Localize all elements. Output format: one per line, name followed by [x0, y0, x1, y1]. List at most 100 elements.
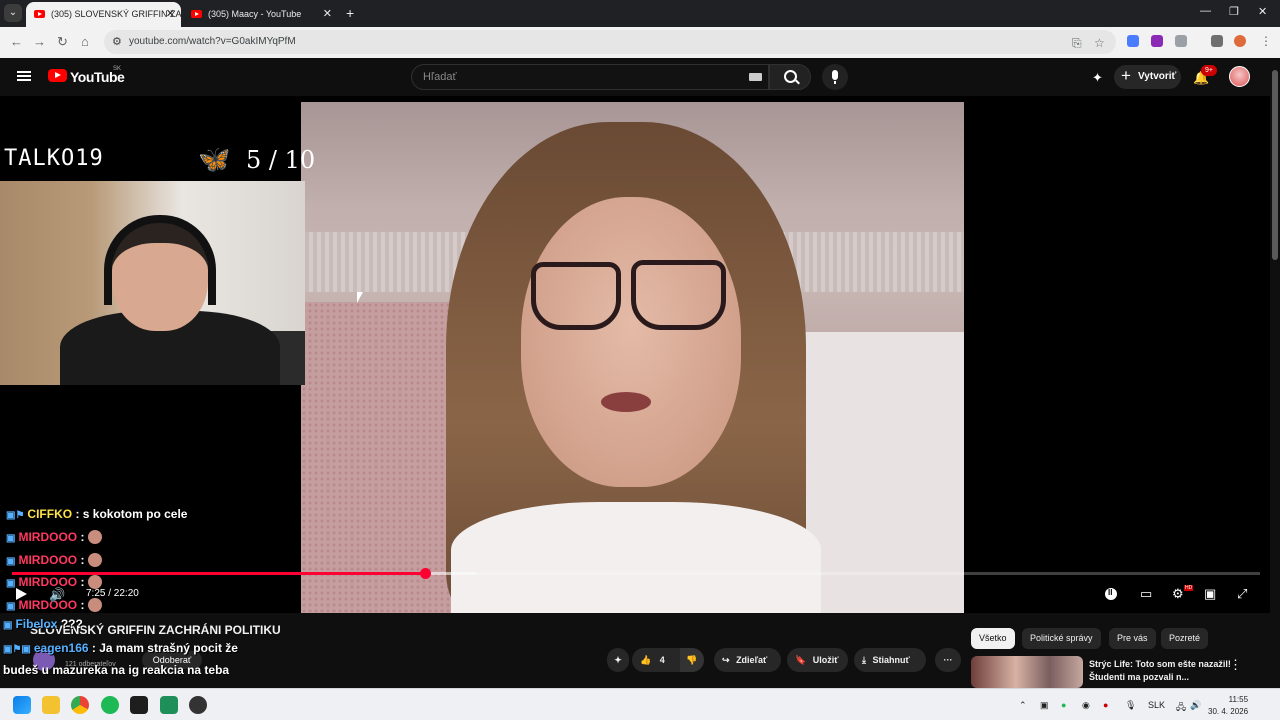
theater-mode-icon[interactable]: ▣ — [1204, 586, 1216, 602]
autoplay-toggle[interactable] — [1105, 588, 1117, 600]
tray-mic-icon[interactable]: 🎙 — [1125, 700, 1136, 711]
file-explorer-icon[interactable] — [42, 696, 60, 714]
page-scrollbar[interactable] — [1270, 58, 1280, 688]
address-bar[interactable]: ⚙ youtube.com/watch?v=G0akIMYqPfM ⎘ ☆ — [104, 30, 1116, 54]
app-icon[interactable] — [160, 696, 178, 714]
close-window-button[interactable]: ✕ — [1258, 5, 1267, 18]
ask-ai-button[interactable]: ✦ — [607, 648, 629, 672]
profile-icon[interactable] — [1234, 35, 1246, 47]
app-icon[interactable] — [189, 696, 207, 714]
reading-list-icon[interactable] — [1211, 35, 1223, 47]
menu-icon[interactable] — [17, 71, 31, 81]
search-input[interactable]: Hľadať — [411, 64, 769, 90]
home-icon[interactable]: ⌂ — [81, 34, 89, 49]
tab-inactive[interactable]: (305) Maacy - YouTube ✕ — [183, 2, 338, 27]
progress-scrubber[interactable] — [420, 568, 432, 579]
subtitles-icon[interactable]: ▭ — [1140, 586, 1152, 602]
progress-bar[interactable] — [12, 568, 1260, 579]
network-icon[interactable]: 🖧 — [1176, 700, 1186, 716]
browser-menu-icon[interactable]: ⋮ — [1260, 34, 1272, 48]
keyboard-icon[interactable] — [749, 73, 762, 81]
score-overlay: 5 / 10 — [246, 146, 316, 174]
search-button[interactable] — [769, 64, 811, 90]
tray-steam-icon[interactable]: ◉ — [1082, 700, 1090, 711]
scrollbar-thumb[interactable] — [1272, 70, 1278, 260]
browser-toolbar: ← → ↻ ⌂ ⚙ youtube.com/watch?v=G0akIMYqPf… — [0, 27, 1280, 58]
youtube-logo-icon[interactable] — [48, 69, 67, 82]
mouse-cursor-icon — [357, 292, 363, 303]
streamer-name-overlay: TALKO19 — [4, 146, 104, 171]
maximize-button[interactable]: ❐ — [1229, 5, 1239, 18]
bookmark-star-icon[interactable]: ☆ — [1094, 36, 1105, 50]
download-label: Stiahnuť — [872, 655, 910, 665]
clock-date: 30. 4. 2026 — [1208, 707, 1249, 716]
site-info-icon[interactable]: ⚙ — [112, 35, 122, 48]
chat-message: ▣ MIRDOOO : — [6, 530, 103, 544]
chat-message: ▣⚑ CIFFKO : s kokotom po cele — [6, 507, 188, 521]
dislike-button[interactable]: 👎 — [680, 648, 704, 672]
install-app-icon[interactable]: ⎘ — [1072, 36, 1082, 51]
youtube-header: YouTube SK Hľadať ✦ Vytvoriť 🔔 9+ — [0, 58, 1280, 96]
share-button[interactable]: ↪ Zdieľať — [714, 648, 781, 672]
close-tab-icon[interactable]: ✕ — [166, 2, 175, 27]
chip-political-news[interactable]: Politické správy — [1022, 628, 1101, 649]
forward-icon[interactable]: → — [33, 34, 46, 49]
recommendation-menu-icon[interactable]: ⋮ — [1229, 657, 1242, 673]
video-player[interactable]: TALKO19 🦋 5 / 10 ▣⚑ CIFFKO : s kokotom po… — [0, 96, 1270, 613]
terminal-icon[interactable] — [130, 696, 148, 714]
extensions-puzzle-icon[interactable] — [1175, 35, 1187, 47]
youtube-favicon-icon — [34, 10, 45, 18]
tab-search-button[interactable]: ⌄ — [4, 4, 22, 22]
more-actions-button[interactable]: ··· — [935, 648, 961, 672]
tray-app-icon[interactable]: ● — [1103, 700, 1108, 710]
thumbs-up-icon: 👍 — [640, 655, 652, 665]
recommendation-title[interactable]: Strýc Life: Toto som ešte nazažil! Štude… — [1089, 658, 1239, 684]
tray-app-icon[interactable]: ▣ — [1040, 700, 1049, 711]
chat-message: ▣ Fibelox ??? — [3, 617, 83, 631]
video-frame-main — [301, 102, 964, 613]
settings-gear-icon[interactable]: ⚙ — [1172, 586, 1184, 602]
windows-start-icon[interactable] — [13, 696, 31, 714]
chip-watched[interactable]: Pozreté — [1161, 628, 1209, 649]
recommendation-thumbnail[interactable] — [971, 656, 1083, 688]
bookmark-icon: 🔖 — [795, 655, 807, 665]
ai-sparkle-icon[interactable]: ✦ — [1092, 70, 1103, 86]
spotify-icon[interactable] — [101, 696, 119, 714]
thumbs-down-icon: 👎 — [686, 655, 698, 665]
tab-active[interactable]: (305) SLOVENSKÝ GRIFFIN ZAC ✕ — [26, 2, 181, 27]
time-display: 7:25 / 22:20 — [86, 588, 139, 599]
butterfly-icon: 🦋 — [198, 144, 231, 174]
webcam-overlay — [0, 181, 305, 385]
chat-message: ▣ MIRDOOO : — [6, 553, 103, 567]
tray-overflow-icon[interactable]: ⌃ — [1019, 700, 1027, 711]
notification-badge: 9+ — [1201, 65, 1217, 76]
extension-icon[interactable] — [1127, 35, 1139, 47]
download-button[interactable]: ⤓ Stiahnuť — [854, 648, 926, 672]
create-button[interactable]: Vytvoriť — [1114, 64, 1181, 89]
chip-for-you[interactable]: Pre vás — [1109, 628, 1156, 649]
account-avatar[interactable] — [1229, 66, 1250, 87]
windows-taskbar: ⌃ ▣ ● ◉ ● 🎙 SLK 🖧 🔊 11:55 30. 4. 2026 — [0, 688, 1280, 720]
new-tab-button[interactable]: + — [346, 5, 354, 21]
tab-title: (305) Maacy - YouTube — [208, 9, 302, 19]
reload-icon[interactable]: ↻ — [57, 34, 68, 50]
back-icon[interactable]: ← — [10, 34, 23, 49]
chip-all[interactable]: Všetko — [971, 628, 1015, 649]
close-tab-icon[interactable]: ✕ — [323, 2, 332, 27]
save-button[interactable]: 🔖 Uložiť — [787, 648, 848, 672]
volume-icon[interactable]: 🔊 — [49, 587, 65, 603]
share-icon: ↪ — [722, 655, 730, 665]
like-count: 4 — [659, 655, 665, 665]
minimize-button[interactable]: — — [1200, 5, 1211, 17]
voice-search-button[interactable] — [822, 64, 848, 90]
chrome-icon[interactable] — [71, 696, 89, 714]
volume-tray-icon[interactable]: 🔊 — [1190, 700, 1201, 711]
system-clock[interactable]: 11:55 30. 4. 2026 — [1208, 694, 1248, 718]
fullscreen-icon[interactable]: ⤢ — [1237, 586, 1247, 602]
extension-icon[interactable] — [1151, 35, 1163, 47]
url-text: youtube.com/watch?v=G0akIMYqPfM — [129, 36, 296, 47]
tray-spotify-icon[interactable]: ● — [1061, 700, 1066, 710]
chat-message: ▣⚑▣ eagen166 : Ja mam strašný pocit že — [3, 641, 238, 655]
play-icon[interactable] — [16, 588, 27, 600]
keyboard-language[interactable]: SLK — [1148, 700, 1165, 710]
